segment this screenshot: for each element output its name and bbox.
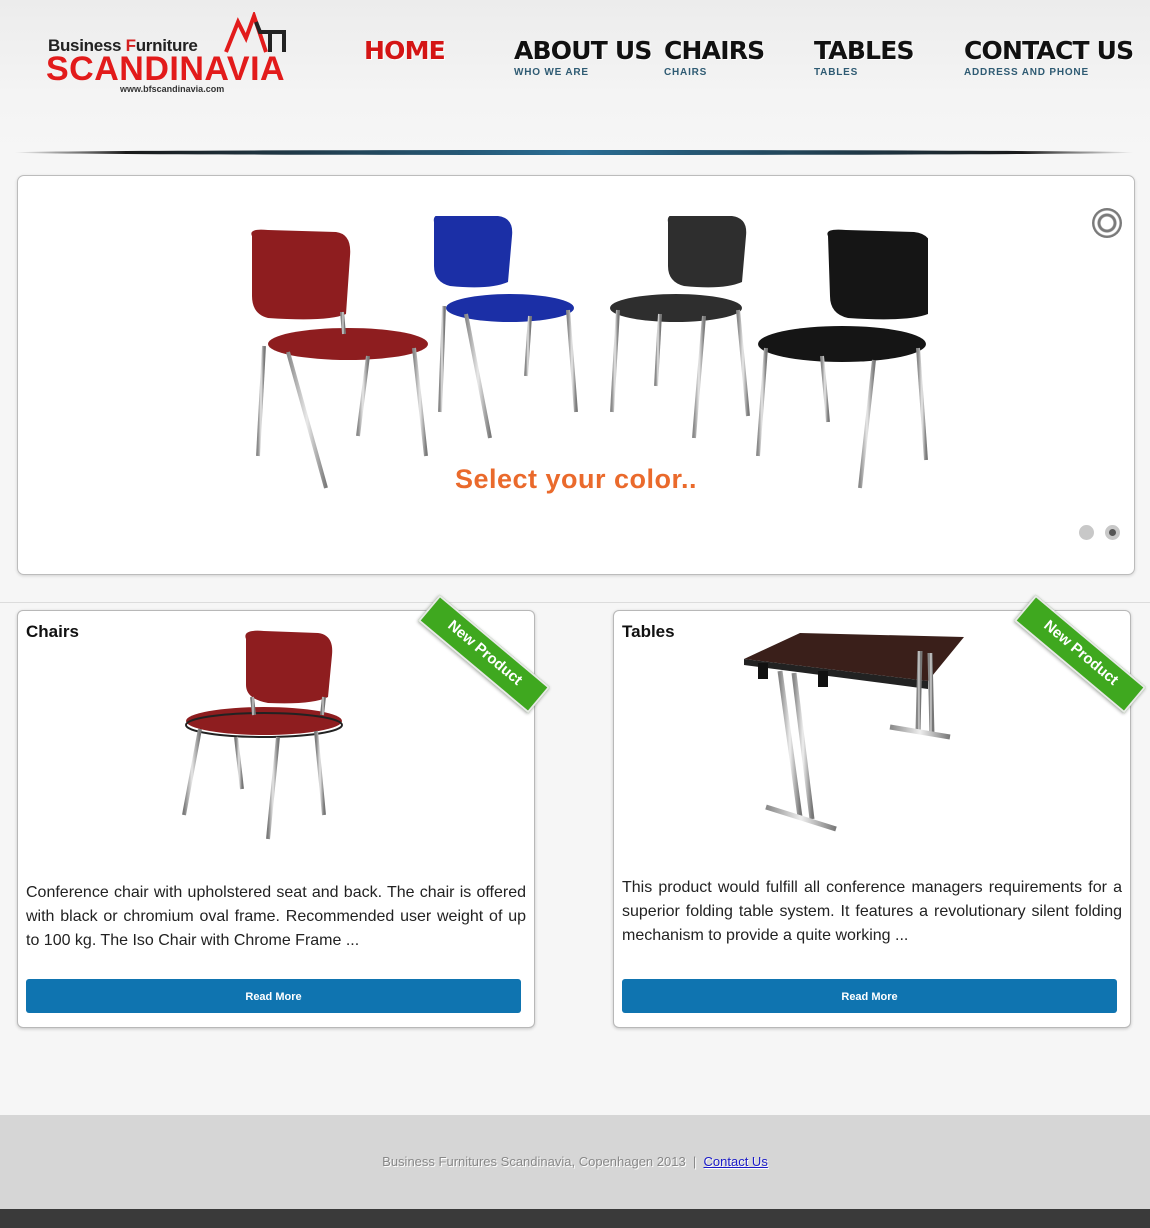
nav-tables-sub: TABLES [814,67,859,78]
nav-chairs-sub: CHAIRS [664,67,708,78]
chair-dark-gray [610,216,750,439]
nav-about-us-label: ABOUT US [514,36,652,65]
nav-home[interactable]: HOME [364,36,446,65]
section-separator [0,602,1150,603]
footer: Business Furnitures Scandinavia, Copenha… [0,1115,1150,1209]
card-description: Conference chair with upholstered seat a… [26,884,526,949]
nav-about-us[interactable]: ABOUT US WHO WE ARE [514,36,652,78]
new-product-ribbon: New Product [412,594,552,714]
nav-chairs[interactable]: CHAIRS CHAIRS [664,36,765,78]
header: Business Furniture SCANDINAVIA www.bfsca… [0,0,1150,160]
nav-tables[interactable]: TABLES TABLES [814,36,915,78]
product-card-tables: Tables New Product This product would fu… [613,594,1147,1028]
nav-contact-us[interactable]: CONTACT US ADDRESS AND PHONE [964,36,1134,78]
footer-contact-link[interactable]: Contact Us [704,1154,768,1169]
chair-product-image [182,630,343,840]
slider-dot-2-active[interactable] [1105,525,1120,540]
site-logo[interactable]: Business Furniture SCANDINAVIA www.bfsca… [46,12,302,98]
footer-bottom-bar [0,1209,1150,1228]
card-title: Tables [622,622,675,641]
ribbon-label: New Product [1013,594,1147,714]
nav-chairs-label: CHAIRS [664,36,765,65]
new-product-ribbon: New Product [1008,594,1148,714]
read-more-button[interactable]: Read More [26,979,521,1013]
image-slider[interactable]: Select your color.. [17,175,1135,575]
logo-url: www.bfscandinavia.com [120,84,225,94]
nav-contact-us-label: CONTACT US [964,36,1134,65]
slider-pause-icon[interactable] [1092,208,1122,238]
chair-black [756,229,928,489]
ribbon-label: New Product [417,594,551,714]
nav-contact-us-sub: ADDRESS AND PHONE [964,67,1089,78]
table-product-image [744,633,964,832]
chair-blue [433,216,578,439]
product-card-chairs: Chairs New Product Conference chair with… [17,594,551,1028]
nav-tables-label: TABLES [814,36,915,65]
slider-chairs-image [251,216,928,489]
nav-about-us-sub: WHO WE ARE [514,67,589,78]
slider-caption: Select your color.. [454,464,698,494]
card-title: Chairs [26,622,79,641]
header-divider [14,150,1134,155]
footer-text: Business Furnitures Scandinavia, Copenha… [0,1154,1150,1169]
slider-dot-1[interactable] [1079,525,1094,540]
read-more-button[interactable]: Read More [622,979,1117,1013]
footer-copyright: Business Furnitures Scandinavia, Copenha… [382,1154,704,1169]
chair-red [251,229,428,489]
card-description: This product would fulfill all conferenc… [622,879,1122,944]
nav-home-label: HOME [364,36,446,65]
